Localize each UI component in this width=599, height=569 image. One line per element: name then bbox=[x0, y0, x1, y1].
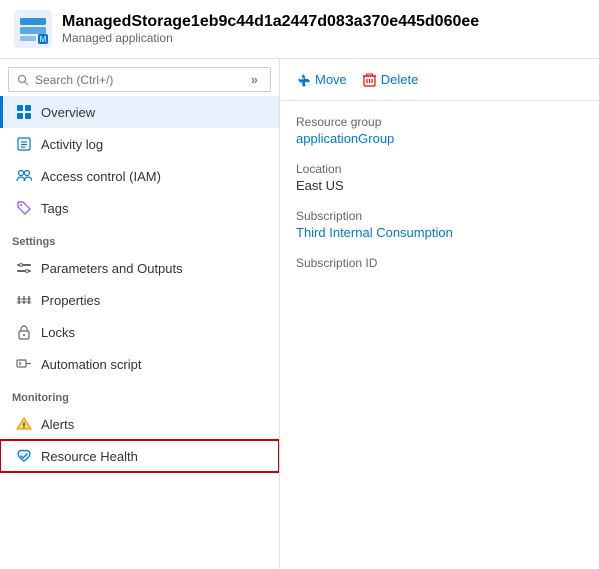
sidebar-item-activity-log[interactable]: Activity log bbox=[0, 128, 279, 160]
app-title: ManagedStorage1eb9c44d1a2447d083a370e445… bbox=[62, 13, 479, 31]
svg-text:M: M bbox=[40, 35, 47, 44]
collapse-button[interactable]: » bbox=[247, 72, 262, 87]
location-label: Location bbox=[296, 162, 583, 176]
resource-health-icon bbox=[15, 447, 33, 465]
sidebar-item-tags[interactable]: Tags bbox=[0, 192, 279, 224]
sidebar-item-overview-label: Overview bbox=[41, 105, 95, 120]
alerts-icon bbox=[15, 415, 33, 433]
sidebar-item-alerts[interactable]: Alerts bbox=[0, 408, 279, 440]
sidebar-item-locks[interactable]: Locks bbox=[0, 316, 279, 348]
app-icon: M bbox=[14, 10, 52, 48]
properties-panel: Resource group applicationGroup Location… bbox=[280, 101, 599, 300]
delete-button[interactable]: Delete bbox=[363, 69, 419, 90]
app-subtitle: Managed application bbox=[62, 31, 479, 45]
search-icon bbox=[17, 74, 29, 86]
locks-icon bbox=[15, 323, 33, 341]
delete-label: Delete bbox=[381, 72, 419, 87]
toolbar: Move Delete bbox=[280, 59, 599, 101]
overview-icon bbox=[15, 103, 33, 121]
move-icon bbox=[296, 73, 310, 87]
sidebar: » Overview bbox=[0, 59, 280, 569]
search-box[interactable]: » bbox=[8, 67, 271, 92]
parameters-icon bbox=[15, 259, 33, 277]
sidebar-item-properties-label: Properties bbox=[41, 293, 100, 308]
resource-group-label: Resource group bbox=[296, 115, 583, 129]
settings-section-label: Settings bbox=[0, 224, 279, 252]
subscription-value[interactable]: Third Internal Consumption bbox=[296, 225, 583, 240]
subscription-id-property: Subscription ID bbox=[296, 256, 583, 270]
sidebar-item-parameters-label: Parameters and Outputs bbox=[41, 261, 183, 276]
sidebar-item-alerts-label: Alerts bbox=[41, 417, 74, 432]
move-label: Move bbox=[315, 72, 347, 87]
sidebar-item-activity-log-label: Activity log bbox=[41, 137, 103, 152]
sidebar-item-tags-label: Tags bbox=[41, 201, 68, 216]
delete-icon bbox=[363, 73, 376, 87]
search-input[interactable] bbox=[35, 73, 247, 87]
sidebar-item-automation[interactable]: Automation script bbox=[0, 348, 279, 380]
sidebar-item-locks-label: Locks bbox=[41, 325, 75, 340]
sidebar-item-resource-health[interactable]: Resource Health bbox=[0, 440, 279, 472]
move-button[interactable]: Move bbox=[296, 69, 347, 90]
content-area: Move Delete Resource group applicationGr… bbox=[280, 59, 599, 569]
sidebar-item-parameters[interactable]: Parameters and Outputs bbox=[0, 252, 279, 284]
location-property: Location East US bbox=[296, 162, 583, 193]
monitoring-section-label: Monitoring bbox=[0, 380, 279, 408]
activity-log-icon bbox=[15, 135, 33, 153]
access-control-icon bbox=[15, 167, 33, 185]
resource-group-value[interactable]: applicationGroup bbox=[296, 131, 583, 146]
sidebar-item-automation-label: Automation script bbox=[41, 357, 141, 372]
location-value: East US bbox=[296, 178, 583, 193]
sidebar-item-access-control-label: Access control (IAM) bbox=[41, 169, 161, 184]
tags-icon bbox=[15, 199, 33, 217]
automation-icon bbox=[15, 355, 33, 373]
sidebar-item-access-control[interactable]: Access control (IAM) bbox=[0, 160, 279, 192]
subscription-property: Subscription Third Internal Consumption bbox=[296, 209, 583, 240]
header-text-block: ManagedStorage1eb9c44d1a2447d083a370e445… bbox=[62, 13, 479, 45]
subscription-label: Subscription bbox=[296, 209, 583, 223]
main-layout: » Overview bbox=[0, 59, 599, 569]
sidebar-item-properties[interactable]: Properties bbox=[0, 284, 279, 316]
sidebar-item-overview[interactable]: Overview bbox=[0, 96, 279, 128]
sidebar-item-resource-health-label: Resource Health bbox=[41, 449, 138, 464]
app-header: M ManagedStorage1eb9c44d1a2447d083a370e4… bbox=[0, 0, 599, 59]
subscription-id-label: Subscription ID bbox=[296, 256, 583, 270]
properties-icon bbox=[15, 291, 33, 309]
resource-group-property: Resource group applicationGroup bbox=[296, 115, 583, 146]
